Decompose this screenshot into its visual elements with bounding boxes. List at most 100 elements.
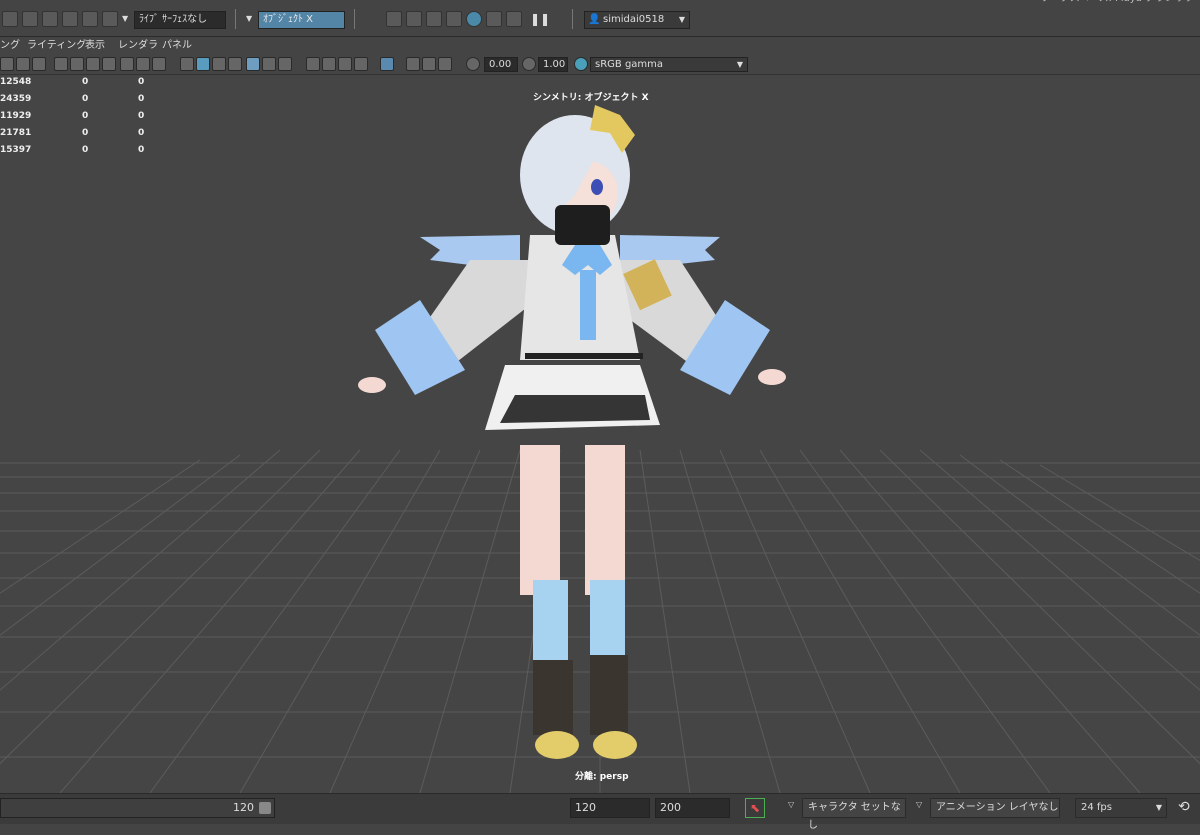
- chevron-down-icon[interactable]: ▼: [246, 10, 252, 28]
- film-gate-icon[interactable]: [70, 57, 84, 71]
- symmetry-hud-label: シンメトリ: オブジェクト X: [533, 93, 649, 103]
- render-setup-icon[interactable]: [486, 11, 502, 27]
- viewport-canvas: [0, 105, 1200, 793]
- auto-key-icon[interactable]: ⬉: [745, 798, 765, 818]
- isolate-select-icon[interactable]: [380, 57, 394, 71]
- wireframe-icon[interactable]: [180, 57, 194, 71]
- fps-dropdown[interactable]: 24 fps ▼: [1075, 798, 1167, 818]
- ipr-render-icon[interactable]: [426, 11, 442, 27]
- bookmarks-icon[interactable]: [32, 57, 46, 71]
- use-all-lights-icon[interactable]: [262, 57, 276, 71]
- menu-show[interactable]: 表示: [85, 37, 105, 55]
- camera-attributes-icon[interactable]: [16, 57, 30, 71]
- hud-value: 0: [82, 77, 89, 87]
- range-slider-bar[interactable]: 120: [0, 798, 275, 818]
- range-handle-icon[interactable]: [259, 802, 271, 814]
- light-editor-icon[interactable]: [506, 11, 522, 27]
- exposure-field[interactable]: 0.00: [484, 57, 518, 72]
- xray-icon[interactable]: [406, 57, 420, 71]
- eye: [591, 179, 603, 195]
- snap-magnet-icon[interactable]: [102, 11, 118, 27]
- workspace-label[interactable]: ワークスペース: Maya クラシック: [1040, 0, 1195, 8]
- menu-lighting[interactable]: ライティング: [27, 37, 86, 55]
- snap-live-icon[interactable]: [82, 11, 98, 27]
- hud-row: 11929 0 0: [0, 111, 160, 128]
- chevron-down-icon[interactable]: ▽: [788, 800, 794, 809]
- camera-hud-label: 分離: persp: [575, 772, 629, 782]
- hud-value: 0: [138, 145, 145, 155]
- anti-aliasing-icon[interactable]: [338, 57, 352, 71]
- hud-row: 21781 0 0: [0, 128, 160, 145]
- hud-value: 0: [138, 128, 145, 138]
- resolution-gate-icon[interactable]: [86, 57, 100, 71]
- safe-title-icon[interactable]: [152, 57, 166, 71]
- xray-components-icon[interactable]: [438, 57, 452, 71]
- range-slider: 120 120 200 ⬉ ▽ キャラクタ セットなし ▽ アニメーション レイ…: [0, 793, 1200, 831]
- chevron-down-icon: ▼: [1155, 803, 1162, 812]
- hud-value: 0: [82, 145, 89, 155]
- safe-action-icon[interactable]: [136, 57, 150, 71]
- view-transform-dropdown[interactable]: sRGB gamma ▼: [590, 57, 748, 72]
- live-surface-field[interactable]: ﾗｲﾌﾞ ｻｰﾌｪｽなし: [134, 11, 226, 29]
- user-icon: 👤: [588, 14, 601, 25]
- hud-value: 0: [138, 77, 145, 87]
- gate-mask-icon[interactable]: [102, 57, 116, 71]
- snap-view-plane-icon[interactable]: [62, 11, 78, 27]
- hud-value: 0: [82, 94, 89, 104]
- anim-layer-dropdown[interactable]: アニメーション レイヤなし: [930, 798, 1060, 818]
- hud-row: 24359 0 0: [0, 94, 160, 111]
- exposure-icon[interactable]: [466, 57, 480, 71]
- chevron-down-icon: ▼: [678, 15, 685, 24]
- viewport-persp[interactable]: 12548 0 0 24359 0 0 11929 0 0 21781 0 0 …: [0, 75, 1200, 793]
- hud-value: 21781: [0, 128, 32, 138]
- gamma-field[interactable]: 1.00: [538, 57, 568, 72]
- depth-of-field-icon[interactable]: [354, 57, 368, 71]
- chevron-down-icon[interactable]: ▽: [916, 800, 922, 809]
- snap-point-icon[interactable]: [42, 11, 58, 27]
- panel-toolbar: 0.00 1.00 sRGB gamma ▼: [0, 55, 1200, 75]
- character-set-dropdown[interactable]: キャラクタ セットなし: [802, 798, 906, 831]
- hud-value: 12548: [0, 77, 32, 87]
- character-model: [358, 105, 786, 759]
- fps-value: 24 fps: [1081, 802, 1112, 813]
- color-management-icon[interactable]: [574, 57, 588, 71]
- motion-blur-icon[interactable]: [322, 57, 336, 71]
- screen-space-ao-icon[interactable]: [306, 57, 320, 71]
- wireframe-on-shaded-icon[interactable]: [212, 57, 226, 71]
- field-chart-icon[interactable]: [120, 57, 134, 71]
- left-hand: [358, 377, 386, 393]
- symmetry-field[interactable]: ｵﾌﾞｼﾞｪｸﾄ X: [258, 11, 345, 29]
- pause-icon[interactable]: ❚❚: [530, 10, 550, 28]
- menu-renderer[interactable]: レンダラ: [118, 37, 158, 55]
- snap-curve-icon[interactable]: [22, 11, 38, 27]
- render-view-icon[interactable]: [386, 11, 402, 27]
- textured-icon[interactable]: [228, 57, 242, 71]
- right-sock: [590, 580, 625, 660]
- select-camera-icon[interactable]: [0, 57, 14, 71]
- chevron-down-icon[interactable]: ▼: [122, 10, 128, 28]
- view-transform-value: sRGB gamma: [595, 59, 664, 70]
- shadows-icon[interactable]: [278, 57, 292, 71]
- render-current-icon[interactable]: [406, 11, 422, 27]
- render-settings-icon[interactable]: [446, 11, 462, 27]
- range-end-value: 120: [233, 801, 254, 814]
- playback-end-field[interactable]: 200: [655, 798, 730, 818]
- grid-icon[interactable]: [54, 57, 68, 71]
- separator: [572, 9, 573, 29]
- xray-joints-icon[interactable]: [422, 57, 436, 71]
- hud-value: 11929: [0, 111, 32, 121]
- smooth-shade-icon[interactable]: [196, 57, 210, 71]
- snap-grid-icon[interactable]: [2, 11, 18, 27]
- loop-icon[interactable]: ⟲: [1178, 799, 1190, 815]
- hypershade-icon[interactable]: [466, 11, 482, 27]
- left-leg: [520, 445, 560, 595]
- animation-end-field[interactable]: 120: [570, 798, 650, 818]
- use-default-material-icon[interactable]: [246, 57, 260, 71]
- user-account-dropdown[interactable]: 👤 simidai0518 ▼: [584, 11, 690, 29]
- chevron-down-icon: ▼: [736, 60, 743, 69]
- hud-value: 15397: [0, 145, 32, 155]
- menu-panels[interactable]: パネル: [162, 37, 192, 55]
- right-boot-toe: [593, 731, 637, 759]
- gamma-icon[interactable]: [522, 57, 536, 71]
- menu-shading[interactable]: ング: [0, 37, 20, 55]
